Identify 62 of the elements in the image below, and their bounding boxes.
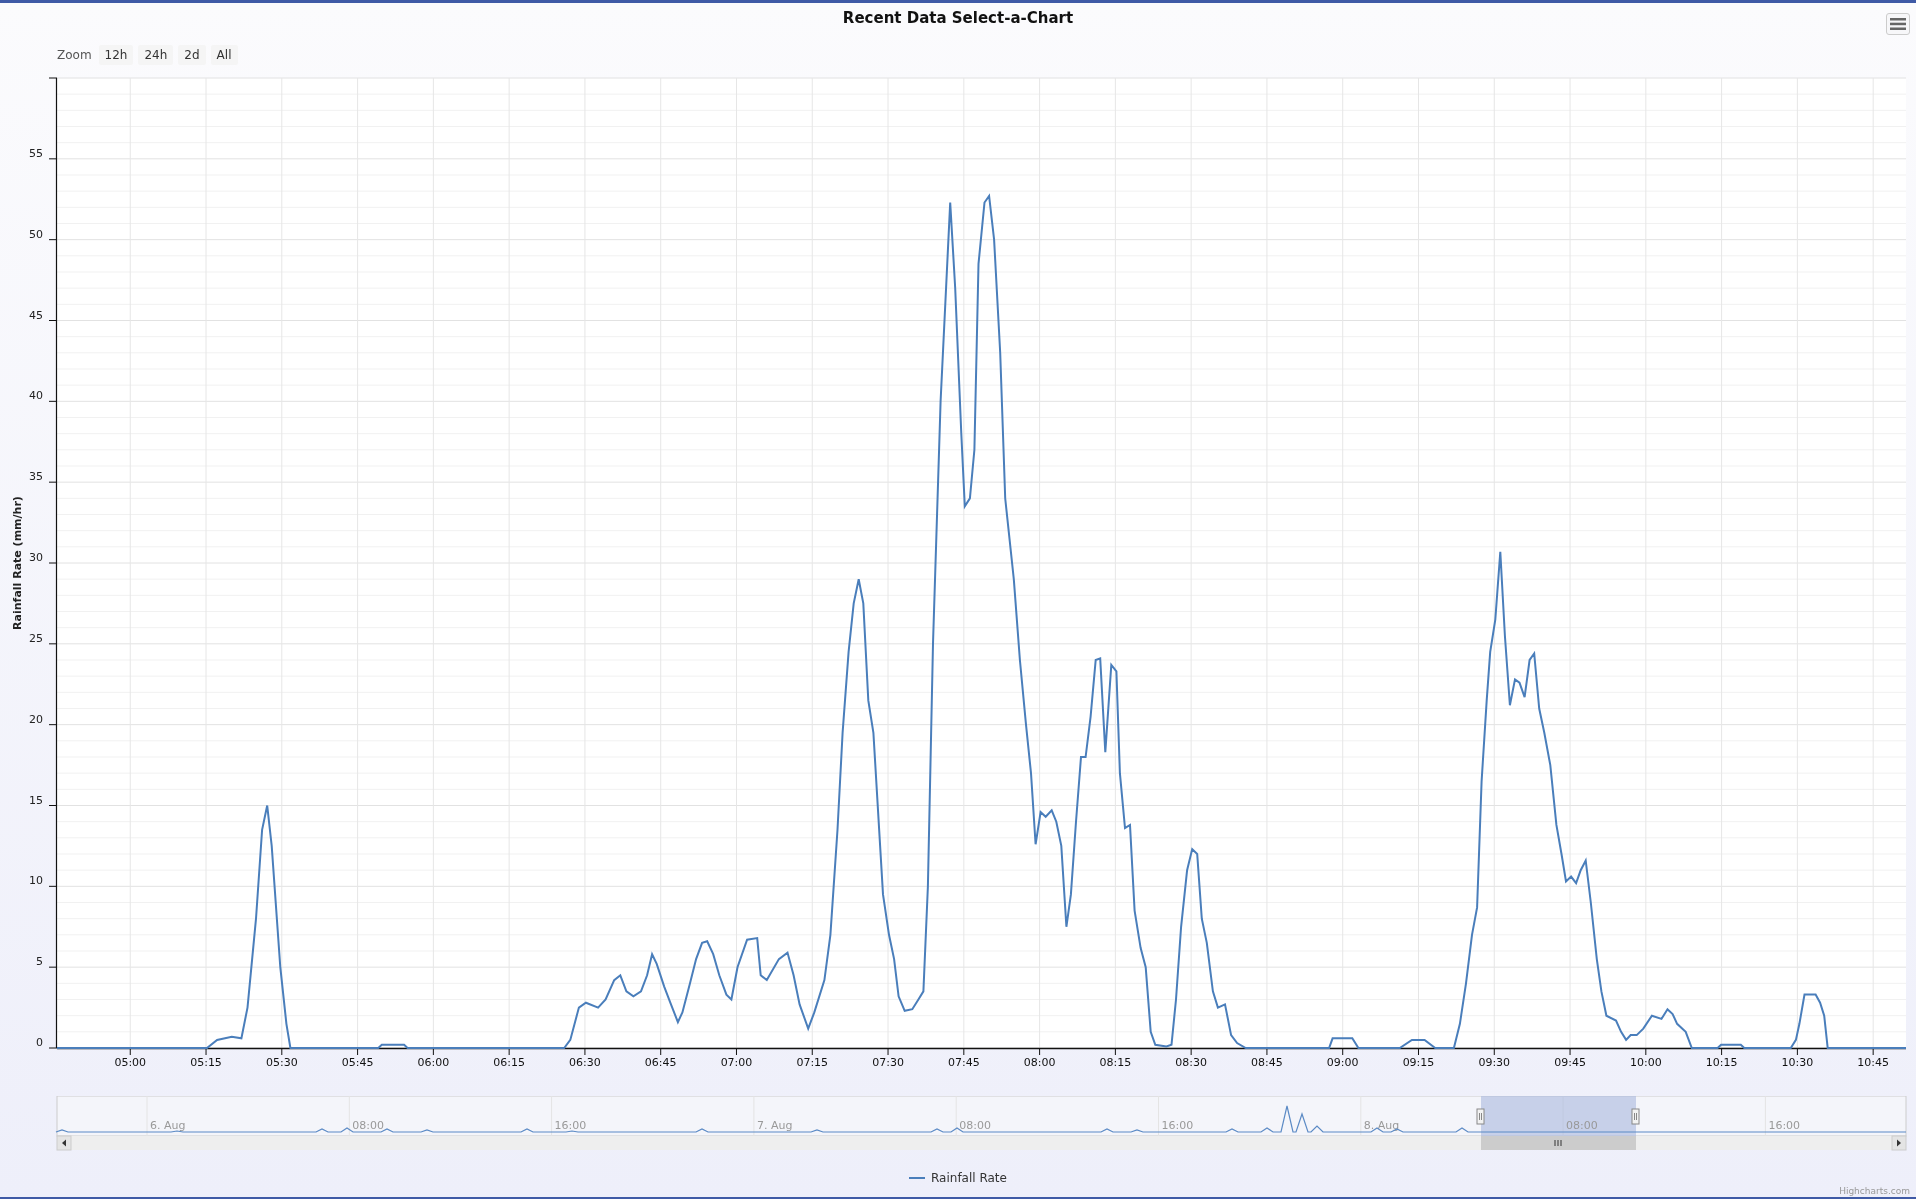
right-range-handle[interactable] bbox=[1631, 1108, 1640, 1125]
x-tick-label: 06:45 bbox=[644, 1056, 677, 1069]
navigator-date-label: 8. Aug bbox=[1363, 1119, 1400, 1132]
zoom-label: Zoom bbox=[57, 48, 92, 62]
y-tick-label: 10 bbox=[29, 874, 43, 888]
legend-line-icon bbox=[909, 1176, 925, 1180]
x-tick-label: 07:45 bbox=[947, 1056, 980, 1069]
x-tick-label: 08:15 bbox=[1099, 1056, 1132, 1069]
y-tick-label: 5 bbox=[36, 955, 43, 969]
zoom-range-button[interactable]: 24h bbox=[138, 45, 174, 65]
y-tick-label: 20 bbox=[29, 712, 43, 726]
x-tick-label: 09:30 bbox=[1478, 1056, 1511, 1069]
y-tick-label: 45 bbox=[29, 308, 43, 322]
x-tick-label: 06:15 bbox=[493, 1056, 525, 1069]
y-tick-label: 15 bbox=[29, 793, 43, 807]
x-tick-label: 07:30 bbox=[872, 1056, 904, 1069]
x-tick-label: 10:45 bbox=[1857, 1056, 1889, 1069]
y-tick-label: 30 bbox=[29, 551, 43, 564]
y-axis-title: Rainfall Rate (mm/hr) bbox=[11, 496, 24, 630]
navigator-date-label: 08:00 bbox=[1566, 1119, 1598, 1132]
menu-button[interactable] bbox=[1886, 13, 1910, 35]
x-tick-label: 07:15 bbox=[796, 1056, 829, 1069]
x-tick-label: 05:45 bbox=[341, 1056, 374, 1069]
navigator-date-label: 6. Aug bbox=[150, 1119, 186, 1132]
x-tick-label: 10:30 bbox=[1781, 1056, 1814, 1069]
y-tick-label: 50 bbox=[29, 227, 43, 241]
navigator-date-label: 08:00 bbox=[352, 1119, 384, 1132]
x-tick-label: 08:00 bbox=[1023, 1056, 1056, 1069]
y-tick-label: 0 bbox=[36, 1036, 43, 1049]
navigator-date-label: 08:00 bbox=[959, 1119, 991, 1132]
x-tick-label: 08:30 bbox=[1175, 1056, 1207, 1069]
y-tick-label: 55 bbox=[29, 146, 43, 160]
x-tick-label: 07:00 bbox=[720, 1056, 753, 1069]
x-tick-label: 06:00 bbox=[417, 1056, 450, 1069]
zoom-range-button[interactable]: 12h bbox=[98, 45, 134, 65]
scroll-left-button[interactable] bbox=[56, 1135, 72, 1151]
y-tick-label: 25 bbox=[29, 631, 43, 645]
navigator-date-label: 16:00 bbox=[1768, 1119, 1801, 1132]
scrollbar-thumb[interactable] bbox=[1481, 1136, 1636, 1150]
zoom-range-button[interactable]: All bbox=[210, 45, 238, 65]
x-tick-label: 09:00 bbox=[1326, 1056, 1359, 1069]
y-tick-label: 35 bbox=[29, 470, 43, 484]
x-tick-label: 08:45 bbox=[1251, 1056, 1283, 1069]
x-tick-label: 05:30 bbox=[265, 1056, 298, 1069]
left-range-handle[interactable] bbox=[1476, 1108, 1485, 1125]
x-tick-label: 09:15 bbox=[1402, 1056, 1435, 1069]
menu-icon bbox=[1890, 18, 1906, 30]
chart-title: Recent Data Select-a-Chart bbox=[842, 9, 1074, 29]
navigator-date-label: 7. Aug bbox=[756, 1119, 793, 1132]
x-tick-label: 10:15 bbox=[1705, 1056, 1738, 1069]
x-tick-label: 10:00 bbox=[1629, 1056, 1662, 1069]
legend-item[interactable]: Rainfall Rate bbox=[909, 1171, 1007, 1185]
x-tick-label: 05:15 bbox=[190, 1056, 222, 1069]
zoom-range-button[interactable]: 2d bbox=[178, 45, 206, 65]
x-tick-label: 06:30 bbox=[569, 1056, 601, 1069]
legend-label: Rainfall Rate bbox=[931, 1171, 1007, 1185]
y-tick-label: 40 bbox=[29, 389, 43, 403]
navigator-date-label: 16:00 bbox=[1161, 1119, 1194, 1132]
navigator-date-label: 16:00 bbox=[554, 1119, 587, 1132]
x-tick-label: 05:00 bbox=[114, 1056, 147, 1069]
x-tick-label: 09:45 bbox=[1554, 1056, 1586, 1069]
scroll-right-button[interactable] bbox=[1891, 1135, 1907, 1151]
